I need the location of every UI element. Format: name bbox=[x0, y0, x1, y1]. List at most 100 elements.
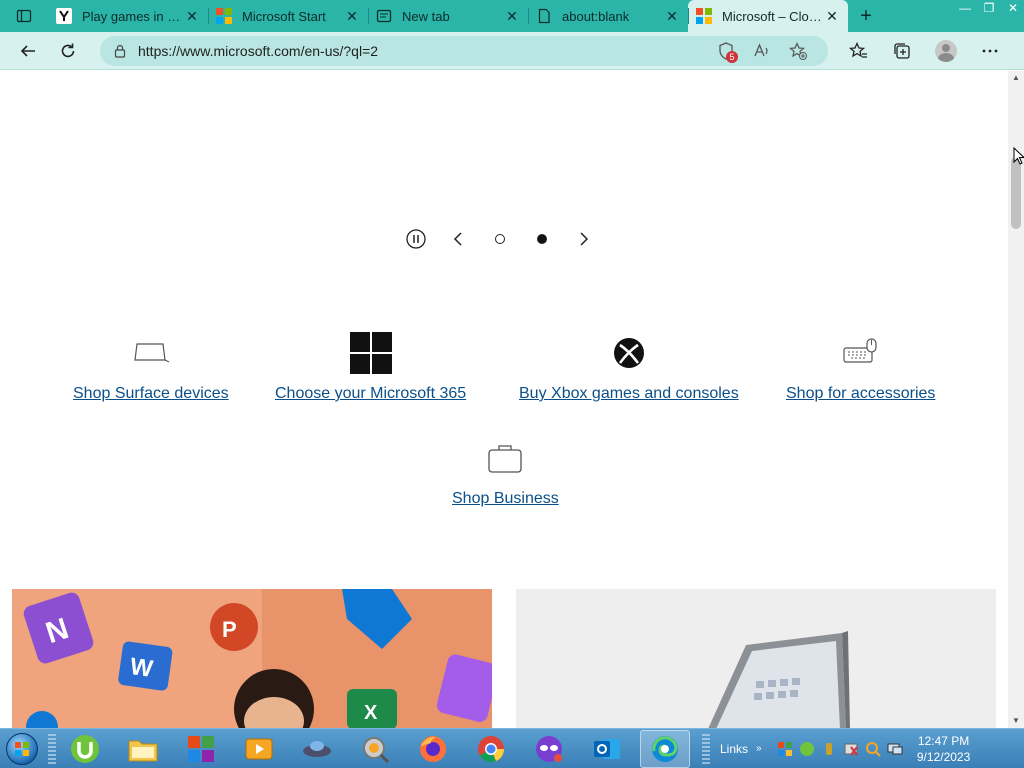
edge-app[interactable] bbox=[640, 729, 690, 768]
shop-accessories-item: Shop for accessories bbox=[786, 331, 935, 403]
start-button[interactable] bbox=[0, 729, 44, 768]
surface-laptop-promo-image[interactable] bbox=[516, 589, 996, 728]
tab-actions-icon bbox=[16, 9, 32, 23]
slide-dot-2[interactable] bbox=[531, 228, 553, 250]
tab-play-games[interactable]: Play games in your browser ✕ bbox=[48, 0, 208, 32]
read-aloud-icon bbox=[754, 42, 768, 56]
utorrent-icon bbox=[71, 734, 99, 763]
slide-dot-1[interactable] bbox=[489, 228, 511, 250]
display-tray-icon[interactable] bbox=[886, 740, 904, 758]
svg-text:P: P bbox=[222, 617, 237, 642]
edge-icon bbox=[652, 735, 678, 762]
tray-app-icon[interactable] bbox=[776, 740, 794, 758]
y-icon bbox=[56, 8, 72, 24]
tab-microsoft-cloud[interactable]: Microsoft – Cloud, Computers, Apps & Gam… bbox=[688, 0, 848, 32]
favorites-icon bbox=[848, 41, 867, 58]
vertical-scrollbar[interactable]: ▲ ▼ bbox=[1008, 71, 1024, 728]
windows-logo-icon bbox=[349, 331, 392, 375]
search-tool-app[interactable] bbox=[350, 730, 400, 768]
microsoft-logo-icon bbox=[216, 8, 232, 24]
media-player-app[interactable] bbox=[234, 730, 284, 768]
tab-about-blank[interactable]: about:blank ✕ bbox=[528, 0, 688, 32]
briefcase-icon bbox=[487, 436, 523, 480]
tab-actions-button[interactable] bbox=[0, 0, 48, 32]
magnifier-tool-icon bbox=[363, 736, 390, 763]
new-tab-button[interactable]: + bbox=[848, 0, 884, 32]
close-tab-icon[interactable]: ✕ bbox=[664, 8, 680, 25]
system-tray bbox=[776, 740, 904, 758]
system-clock[interactable]: 12:47 PM 9/12/2023 bbox=[914, 733, 974, 765]
dot-outline-icon bbox=[495, 234, 505, 244]
close-tab-icon[interactable]: ✕ bbox=[344, 8, 360, 25]
scroll-up-icon[interactable]: ▲ bbox=[1008, 71, 1024, 85]
shop-business-link[interactable]: Shop Business bbox=[452, 490, 559, 508]
links-label: Links bbox=[720, 741, 749, 756]
windows-store-app[interactable] bbox=[176, 730, 226, 768]
shop-surface-link[interactable]: Shop Surface devices bbox=[73, 385, 229, 403]
favorites-button[interactable] bbox=[836, 35, 880, 67]
utorrent-tray-icon[interactable] bbox=[798, 740, 816, 758]
settings-more-button[interactable] bbox=[968, 35, 1012, 67]
pause-button[interactable] bbox=[405, 228, 427, 250]
shop-accessories-link[interactable]: Shop for accessories bbox=[786, 385, 935, 403]
xbox-icon bbox=[613, 331, 645, 375]
chevron-left-icon bbox=[453, 232, 462, 246]
refresh-icon bbox=[61, 43, 75, 57]
clock-date: 9/12/2023 bbox=[916, 749, 971, 764]
keyboard-mouse-icon bbox=[842, 331, 880, 375]
utorrent-app[interactable] bbox=[60, 730, 110, 768]
outlook-icon bbox=[594, 738, 620, 759]
taskbar-grip[interactable] bbox=[702, 733, 710, 764]
shop-business-item: Shop Business bbox=[452, 436, 559, 508]
chrome-app[interactable] bbox=[466, 730, 516, 768]
read-aloud-button[interactable] bbox=[744, 41, 780, 61]
close-window-icon[interactable]: ✕ bbox=[1002, 0, 1024, 16]
url-text: https://www.microsoft.com/en-us/?ql=2 bbox=[138, 42, 379, 59]
spaceship-icon bbox=[303, 740, 331, 757]
tray-tool-icon[interactable] bbox=[820, 740, 838, 758]
firefox-app[interactable] bbox=[408, 730, 458, 768]
file-explorer-app[interactable] bbox=[118, 730, 168, 768]
tab-new-tab[interactable]: New tab ✕ bbox=[368, 0, 528, 32]
lock-icon[interactable] bbox=[112, 44, 128, 58]
tracking-prevention-button[interactable]: 5 bbox=[708, 41, 744, 63]
links-toolbar[interactable]: Links » bbox=[720, 742, 762, 756]
profile-button[interactable] bbox=[924, 35, 968, 67]
firefox-icon bbox=[420, 735, 446, 762]
scroll-thumb[interactable] bbox=[1011, 157, 1021, 229]
game-app[interactable] bbox=[292, 730, 342, 768]
add-favorite-button[interactable] bbox=[780, 41, 816, 61]
close-tab-icon[interactable]: ✕ bbox=[504, 8, 520, 25]
tab-title: Microsoft – Cloud, Computers, Apps & Gam… bbox=[722, 8, 824, 24]
taskbar-grip[interactable] bbox=[48, 733, 56, 764]
restore-icon[interactable]: ❐ bbox=[978, 0, 1000, 16]
back-button[interactable] bbox=[8, 35, 48, 67]
outlook-app[interactable] bbox=[582, 730, 632, 768]
carousel-controls bbox=[405, 228, 615, 250]
scroll-down-icon[interactable]: ▼ bbox=[1008, 714, 1024, 728]
tab-microsoft-start[interactable]: Microsoft Start ✕ bbox=[208, 0, 368, 32]
address-bar[interactable]: https://www.microsoft.com/en-us/?ql=2 5 bbox=[100, 35, 828, 66]
minimize-icon[interactable]: — bbox=[954, 0, 976, 16]
next-slide-button[interactable] bbox=[573, 228, 595, 250]
vpn-app[interactable] bbox=[524, 730, 574, 768]
tracker-count-badge: 5 bbox=[726, 50, 738, 63]
pause-icon bbox=[406, 229, 426, 249]
microsoft-365-promo-image[interactable]: N P W X bbox=[12, 589, 492, 728]
shop-xbox-link[interactable]: Buy Xbox games and consoles bbox=[519, 385, 739, 403]
close-tab-icon[interactable]: ✕ bbox=[824, 8, 840, 25]
search-tray-icon[interactable] bbox=[864, 740, 882, 758]
previous-slide-button[interactable] bbox=[447, 228, 469, 250]
shop-m365-link[interactable]: Choose your Microsoft 365 bbox=[275, 385, 466, 403]
close-tab-icon[interactable]: ✕ bbox=[184, 8, 200, 25]
web-page-content: Shop Surface devices Choose your Microso… bbox=[0, 71, 1008, 728]
tab-title: Microsoft Start bbox=[242, 8, 326, 24]
network-warning-icon[interactable] bbox=[842, 740, 860, 758]
collections-icon bbox=[894, 42, 910, 59]
dot-filled-icon bbox=[537, 234, 547, 244]
refresh-button[interactable] bbox=[48, 35, 88, 67]
m365-apps-illustration: N P W X bbox=[12, 589, 492, 728]
collections-button[interactable] bbox=[880, 35, 924, 67]
surface-laptop-illustration bbox=[516, 589, 996, 728]
tab-title: Play games in your browser bbox=[82, 8, 184, 24]
